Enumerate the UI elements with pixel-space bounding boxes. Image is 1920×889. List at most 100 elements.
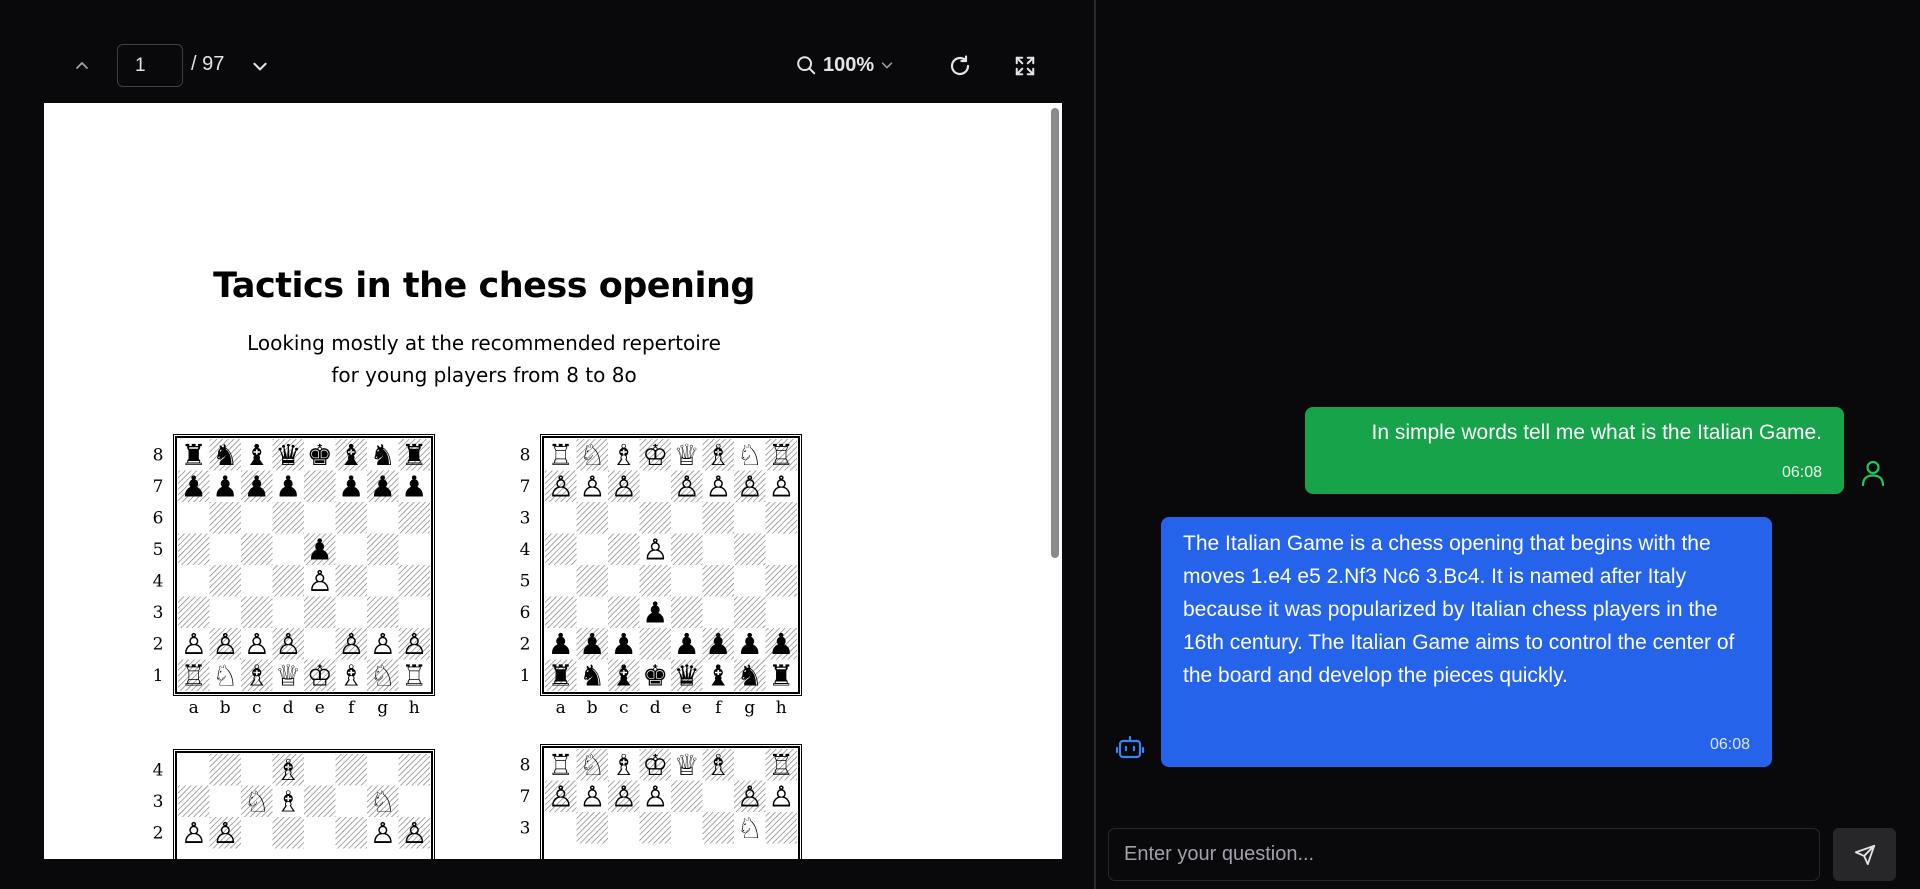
rotate-button[interactable] bbox=[945, 51, 975, 81]
board-square bbox=[608, 533, 640, 565]
file-label: a bbox=[189, 698, 199, 718]
white-bishop-piece: ♗ bbox=[275, 753, 301, 787]
white-pawn-piece: ♙ bbox=[548, 469, 574, 503]
white-pawn-piece: ♙ bbox=[181, 627, 207, 661]
black-queen-piece: ♛ bbox=[674, 658, 700, 692]
chevron-down-icon bbox=[881, 62, 893, 69]
black-pawn-piece: ♟ bbox=[768, 627, 794, 661]
board-square bbox=[367, 533, 399, 565]
board-square bbox=[178, 533, 210, 565]
rank-label: 2 bbox=[153, 634, 164, 654]
white-bishop-piece: ♗ bbox=[705, 438, 731, 472]
assistant-message-text: The Italian Game is a chess opening that… bbox=[1183, 532, 1735, 687]
white-rook-piece: ♖ bbox=[181, 658, 207, 692]
white-pawn-piece: ♙ bbox=[307, 564, 333, 598]
board-square bbox=[671, 780, 703, 812]
white-king-piece: ♔ bbox=[642, 438, 668, 472]
board-square bbox=[335, 817, 367, 849]
board-square bbox=[608, 812, 640, 844]
next-page-button[interactable] bbox=[246, 52, 274, 80]
white-pawn-piece: ♙ bbox=[674, 469, 700, 503]
black-rook-piece: ♜ bbox=[401, 438, 427, 472]
board-square bbox=[765, 565, 797, 597]
app-root: / 97 100% Tactics in the chess opening L… bbox=[0, 0, 1920, 889]
white-pawn-piece: ♙ bbox=[768, 779, 794, 813]
board-square bbox=[734, 533, 766, 565]
chess-board-3: ♗♘ ♗ ♘♙ ♙ ♙ ♙432 bbox=[153, 749, 435, 859]
board-square bbox=[367, 565, 399, 597]
board-square bbox=[304, 502, 336, 534]
board-square bbox=[178, 502, 210, 534]
board-square bbox=[304, 817, 336, 849]
white-pawn-piece: ♙ bbox=[212, 816, 238, 850]
white-pawn-piece: ♙ bbox=[579, 469, 605, 503]
rank-label: 6 bbox=[153, 508, 164, 528]
board-square bbox=[639, 812, 671, 844]
board-square bbox=[209, 533, 241, 565]
board-square bbox=[398, 565, 430, 597]
file-label: e bbox=[315, 698, 325, 718]
file-label: g bbox=[744, 698, 755, 718]
prev-page-button[interactable] bbox=[68, 52, 96, 80]
board-square bbox=[304, 628, 336, 660]
board-square bbox=[734, 502, 766, 534]
pdf-viewer: / 97 100% Tactics in the chess opening L… bbox=[0, 0, 1094, 889]
white-queen-piece: ♕ bbox=[674, 748, 700, 782]
board-square bbox=[367, 596, 399, 628]
white-pawn-piece: ♙ bbox=[338, 627, 364, 661]
board-square bbox=[367, 502, 399, 534]
black-pawn-piece: ♟ bbox=[737, 627, 763, 661]
pdf-page[interactable]: Tactics in the chess opening Looking mos… bbox=[44, 103, 1062, 859]
board-square bbox=[576, 812, 608, 844]
white-knight-piece: ♘ bbox=[579, 438, 605, 472]
board-square bbox=[398, 596, 430, 628]
send-button[interactable] bbox=[1833, 828, 1896, 881]
white-pawn-piece: ♙ bbox=[737, 779, 763, 813]
board-square bbox=[178, 565, 210, 597]
black-pawn-piece: ♟ bbox=[611, 627, 637, 661]
board-square bbox=[335, 533, 367, 565]
black-pawn-piece: ♟ bbox=[338, 469, 364, 503]
board-square bbox=[241, 754, 273, 786]
rank-label: 3 bbox=[153, 603, 164, 623]
black-rook-piece: ♜ bbox=[548, 658, 574, 692]
white-bishop-piece: ♗ bbox=[244, 658, 270, 692]
board-square bbox=[304, 596, 336, 628]
pdf-scrollbar-thumb[interactable] bbox=[1051, 108, 1059, 558]
board-square bbox=[765, 812, 797, 844]
assistant-message-time: 06:08 bbox=[1709, 736, 1750, 753]
zoom-dropdown[interactable]: 100% bbox=[795, 48, 894, 82]
file-label: b bbox=[220, 698, 231, 718]
black-bishop-piece: ♝ bbox=[611, 658, 637, 692]
white-knight-piece: ♘ bbox=[737, 811, 763, 845]
board-square bbox=[272, 817, 304, 849]
board-square bbox=[608, 502, 640, 534]
question-input[interactable] bbox=[1108, 828, 1820, 881]
board-square bbox=[639, 565, 671, 597]
board-square bbox=[209, 565, 241, 597]
bot-avatar-icon bbox=[1115, 735, 1145, 759]
user-message: In simple words tell me what is the Ital… bbox=[1305, 407, 1844, 494]
board-square bbox=[367, 754, 399, 786]
board-square bbox=[241, 817, 273, 849]
board-square bbox=[639, 502, 671, 534]
white-pawn-piece: ♙ bbox=[401, 816, 427, 850]
page-number-input[interactable] bbox=[117, 44, 183, 87]
fullscreen-button[interactable] bbox=[1010, 51, 1040, 81]
assistant-message: The Italian Game is a chess opening that… bbox=[1161, 517, 1772, 767]
board-square bbox=[702, 596, 734, 628]
file-label: h bbox=[409, 698, 420, 718]
board-square bbox=[765, 596, 797, 628]
white-rook-piece: ♖ bbox=[401, 658, 427, 692]
white-king-piece: ♔ bbox=[307, 658, 333, 692]
chess-board-2: ♖ ♘ ♗ ♔ ♕ ♗ ♘ ♖♙ ♙ ♙ ♙ ♙ ♙ ♙♙♟♟ ♟ ♟ ♟ ♟ ♟ ♟♜ ♞ ♝ ♚ ♛ ♝ ♞ ♜87345621… bbox=[520, 434, 802, 718]
black-pawn-piece: ♟ bbox=[674, 627, 700, 661]
white-rook-piece: ♖ bbox=[768, 438, 794, 472]
board-square bbox=[398, 785, 430, 817]
white-pawn-piece: ♙ bbox=[401, 627, 427, 661]
rank-label: 8 bbox=[520, 445, 531, 465]
rank-label: 8 bbox=[153, 445, 164, 465]
file-label: d bbox=[283, 698, 294, 718]
board-square bbox=[398, 502, 430, 534]
file-label: f bbox=[348, 698, 356, 718]
